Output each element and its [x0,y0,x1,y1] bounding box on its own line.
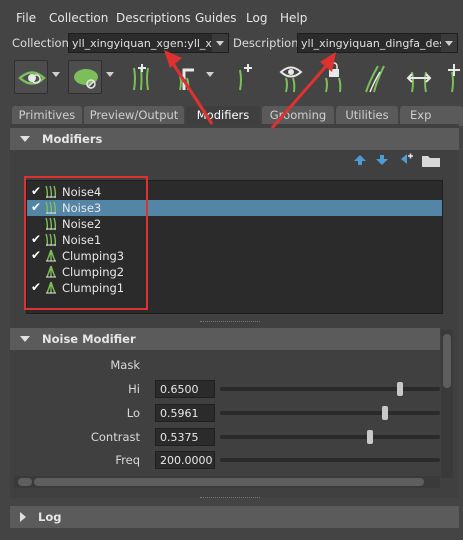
move-guides-icon[interactable] [172,60,206,94]
collapse-triangle-icon [20,136,30,142]
collection-dropdown[interactable]: yll_xingyiquan_xgen:yll_xin [68,33,229,53]
lock-guides-icon[interactable] [316,60,350,94]
menu-guides[interactable]: Guides [195,11,237,25]
freq-label: Freq [115,453,140,467]
folder-icon[interactable] [421,153,441,168]
menu-bar: File Collection Descriptions Guides Log … [0,0,463,34]
chevron-down-icon [212,34,228,52]
tab-grooming[interactable]: Grooming [262,106,334,126]
tab-modifiers[interactable]: Modifiers [186,106,260,126]
tab-export[interactable]: Exp [400,106,463,126]
collection-row: Collection yll_xingyiquan_xgen:yll_xin D… [0,30,463,56]
tab-utilities[interactable]: Utilities [336,106,398,126]
tab-bar: Primitives Preview/Output Modifiers Groo… [0,104,463,126]
hi-slider[interactable] [220,382,440,396]
tab-primitives[interactable]: Primitives [12,106,82,126]
menu-descriptions[interactable]: Descriptions [116,11,191,25]
chevron-down-icon[interactable] [106,72,114,78]
collection-value: yll_xingyiquan_xgen:yll_xin [72,37,222,50]
hi-label: Hi [128,382,140,396]
vertical-scrollbar[interactable] [441,330,453,478]
flip-icon[interactable] [402,60,436,94]
eye-icon[interactable] [14,60,48,94]
description-dropdown[interactable]: yll_xingyiquan_dingfa_des [297,33,458,53]
chevron-down-icon[interactable] [52,72,60,78]
comb-icon[interactable] [358,60,392,94]
slider-knob[interactable] [397,382,404,396]
chevron-down-icon [441,34,457,52]
freq-slider[interactable] [220,458,440,462]
noise-modifier-title: Noise Modifier [42,332,136,346]
collection-label: Collection [12,36,69,50]
move-up-icon[interactable] [353,154,367,166]
add-modifier-icon[interactable] [399,152,413,166]
lo-slider[interactable] [220,406,440,420]
description-value: yll_xingyiquan_dingfa_des [301,37,445,50]
description-label: Description [233,36,299,50]
collapse-triangle-icon [20,336,30,342]
show-guides-icon[interactable] [274,60,308,94]
modifiers-section-header[interactable]: Modifiers [10,128,459,150]
slider-knob[interactable] [382,406,388,420]
mask-label: Mask [110,358,140,372]
slider-knob[interactable] [366,430,373,444]
log-title: Log [38,510,62,524]
horizontal-scrollbar[interactable] [14,476,440,488]
leaf-icon[interactable] [68,60,102,94]
contrast-field[interactable]: 0.5375 [155,428,215,446]
annotation-highlight-box [24,176,148,310]
add-guides-icon[interactable] [124,60,158,94]
contrast-label: Contrast [90,430,140,444]
scroll-left-arrow[interactable] [18,478,32,486]
splitter-handle[interactable] [200,321,260,322]
freq-field[interactable]: 200.0000 [155,451,215,469]
log-section-header[interactable]: Log [10,506,459,528]
noise-modifier-header[interactable]: Noise Modifier [10,328,440,350]
hi-field[interactable]: 0.6500 [155,380,215,398]
toolbar [0,58,463,98]
scroll-thumb[interactable] [443,334,451,388]
menu-log[interactable]: Log [246,11,267,25]
expand-triangle-icon [20,512,26,522]
scroll-thumb[interactable] [34,478,424,486]
lo-label: Lo [126,406,140,420]
contrast-slider[interactable] [220,430,440,444]
menu-collection[interactable]: Collection [49,11,108,25]
move-down-icon[interactable] [375,154,389,166]
add-cv-icon[interactable] [226,60,260,94]
tab-preview-output[interactable]: Preview/Output [84,106,184,126]
modifiers-title: Modifiers [42,132,103,146]
splitter-handle[interactable] [200,497,260,498]
lo-field[interactable]: 0.5961 [155,404,215,422]
scale-icon[interactable] [444,60,463,94]
chevron-down-icon[interactable] [206,72,214,78]
menu-help[interactable]: Help [280,11,307,25]
menu-file[interactable]: File [16,11,36,25]
